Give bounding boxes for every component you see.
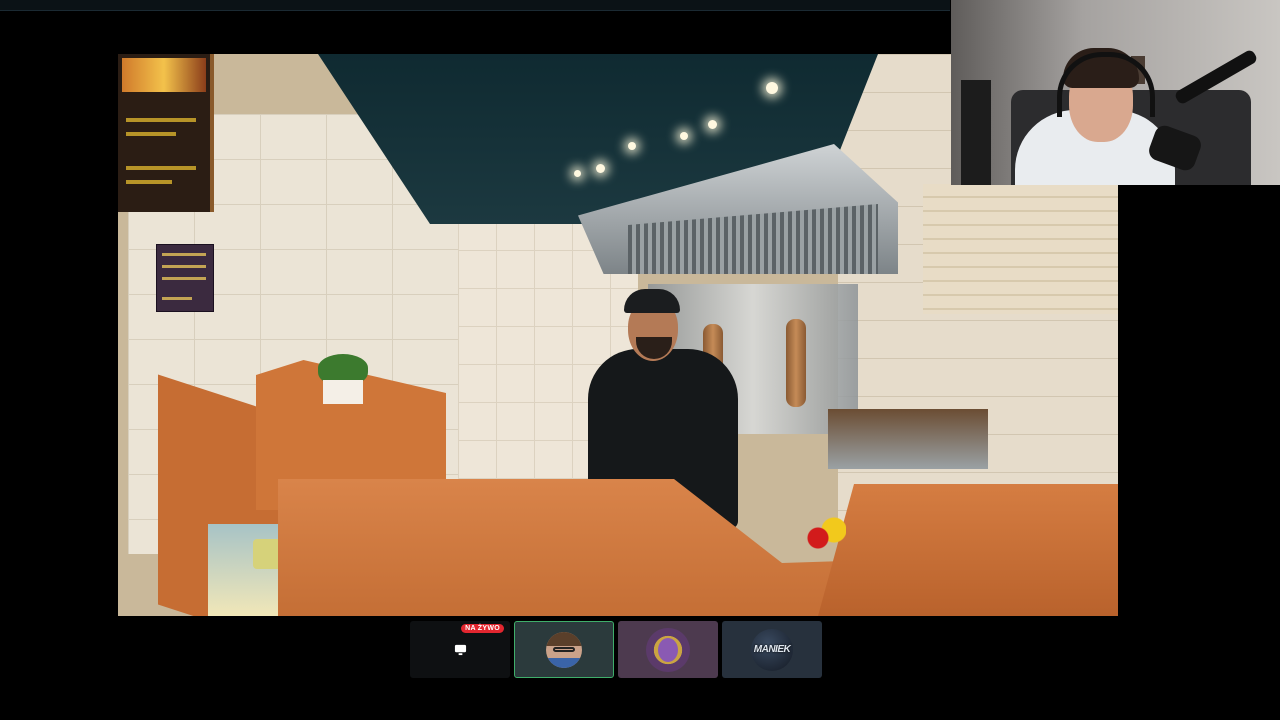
counter-top-right bbox=[818, 484, 1118, 616]
ceiling-light bbox=[628, 142, 636, 150]
ceiling-light bbox=[680, 132, 688, 140]
menu-line bbox=[126, 166, 196, 170]
poster-line bbox=[162, 265, 206, 268]
live-badge: NA ŻYWO bbox=[461, 624, 504, 633]
ceiling-light bbox=[708, 120, 717, 129]
ceiling-light bbox=[766, 82, 778, 94]
flat-grill bbox=[828, 409, 988, 469]
ceiling-light bbox=[596, 164, 605, 173]
worker-cap bbox=[624, 289, 680, 313]
poster-line bbox=[162, 297, 192, 300]
sauce-bottles bbox=[806, 514, 846, 554]
participant-tile-screen-share[interactable]: NA ŻYWO bbox=[410, 621, 510, 678]
pot bbox=[323, 380, 363, 404]
chair bbox=[961, 80, 991, 185]
poster-line bbox=[162, 277, 206, 280]
participant-tile-camera[interactable] bbox=[514, 621, 614, 678]
dark-orb-avatar: MANIEK bbox=[751, 628, 793, 671]
menu-board-photo bbox=[122, 58, 206, 92]
wall-poster bbox=[156, 244, 214, 312]
menu-board bbox=[118, 54, 214, 212]
meat-spit bbox=[786, 319, 806, 407]
participant-bar: NA ŻYWO MANIEK bbox=[410, 621, 822, 678]
menu-line bbox=[126, 180, 172, 184]
plant-leaves bbox=[318, 354, 368, 382]
plant-pot bbox=[318, 354, 368, 404]
poster-line bbox=[162, 253, 206, 256]
user-avatar bbox=[546, 631, 582, 668]
gold-frame-avatar bbox=[646, 627, 690, 672]
avatar-glasses bbox=[553, 646, 575, 652]
avatar-shirt bbox=[546, 657, 582, 668]
avatar-face bbox=[658, 637, 678, 662]
avatar-hair bbox=[546, 631, 582, 646]
ceiling-light bbox=[574, 170, 581, 177]
streamer-webcam[interactable] bbox=[951, 0, 1280, 185]
menu-line bbox=[126, 132, 176, 136]
participant-tile-maniek[interactable]: MANIEK bbox=[722, 621, 822, 678]
avatar-label: MANIEK bbox=[753, 644, 791, 655]
participant-tile-gold-avatar[interactable] bbox=[618, 621, 718, 678]
menu-line bbox=[126, 118, 196, 122]
pizza-box-stack bbox=[923, 184, 1118, 314]
screen-share-icon bbox=[454, 644, 466, 656]
top-edge-strip bbox=[0, 0, 950, 11]
